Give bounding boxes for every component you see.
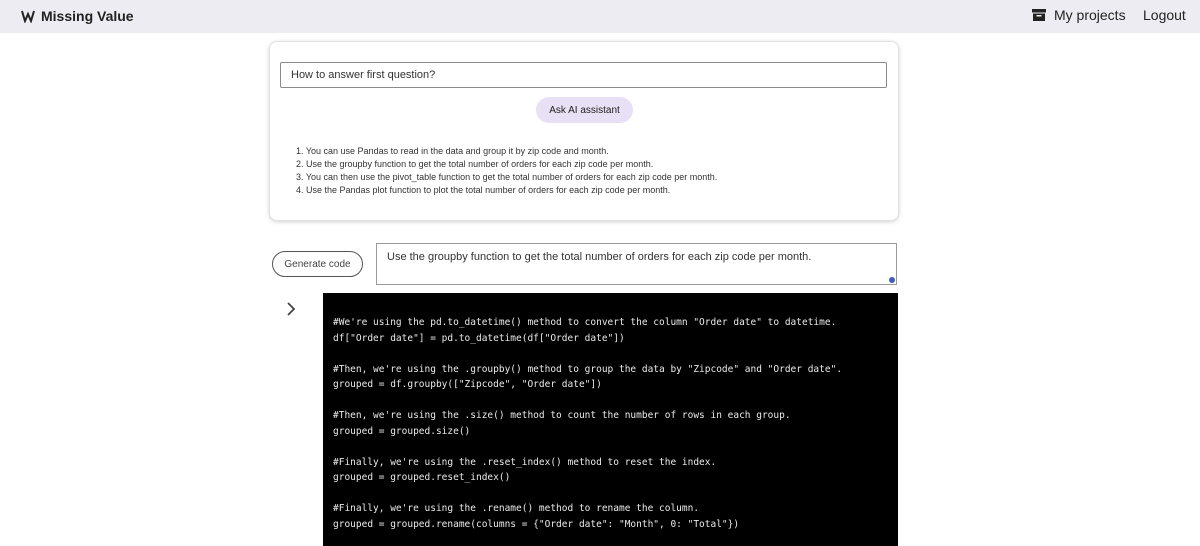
code-line: grouped = grouped.reset_index()	[333, 472, 511, 483]
brand-name: Missing Value	[41, 8, 134, 24]
code-line: #Then, we're using the .groupby() method…	[333, 363, 843, 375]
code-block[interactable]: #We're using the pd.to_datetime() method…	[323, 293, 898, 546]
logout-link[interactable]: Logout	[1143, 7, 1186, 25]
code-line: #Finally, we're using the .reset_index()…	[333, 456, 717, 468]
archive-box-icon	[1032, 9, 1046, 21]
answer-line: 3. You can then use the pivot_table func…	[296, 172, 718, 182]
question-input[interactable]	[280, 62, 887, 88]
answer-line: 1. You can use Pandas to read in the dat…	[296, 146, 609, 156]
answer-line: 4. Use the Pandas plot function to plot …	[296, 185, 671, 195]
code-line: grouped = grouped.rename(columns = {"Ord…	[333, 518, 740, 530]
top-bar: Missing Value My projects Logout	[0, 0, 1200, 33]
my-projects-label: My projects	[1054, 7, 1126, 23]
brand[interactable]: Missing Value	[21, 8, 134, 24]
code-line: #Then, we're using the .size() method to…	[333, 410, 791, 421]
brand-logo-icon	[21, 10, 35, 23]
code-line: #We're using the pd.to_datetime() method…	[333, 317, 837, 328]
my-projects-link[interactable]: My projects	[1032, 7, 1126, 23]
code-line: grouped = df.groupby(["Zipcode", "Order …	[333, 379, 602, 390]
resize-handle[interactable]	[889, 277, 895, 283]
ask-ai-assistant-button[interactable]: Ask AI assistant	[536, 97, 633, 123]
code-line: grouped = grouped.size()	[333, 425, 471, 437]
answer-line: 2. Use the groupby function to get the t…	[296, 159, 654, 169]
code-line: #Finally, we're using the .rename() meth…	[333, 503, 700, 514]
code-line: df["Order date"] = pd.to_datetime(df["Or…	[333, 332, 625, 344]
chevron-right-icon[interactable]	[285, 301, 297, 317]
assistant-answer: 1. You can use Pandas to read in the dat…	[296, 145, 717, 197]
logout-label: Logout	[1143, 7, 1186, 23]
step-textarea[interactable]: Use the groupby function to get the tota…	[376, 243, 897, 285]
generate-code-button[interactable]: Generate code	[272, 251, 363, 277]
ai-assistant-card: Ask AI assistant 1. You can use Pandas t…	[269, 41, 899, 221]
